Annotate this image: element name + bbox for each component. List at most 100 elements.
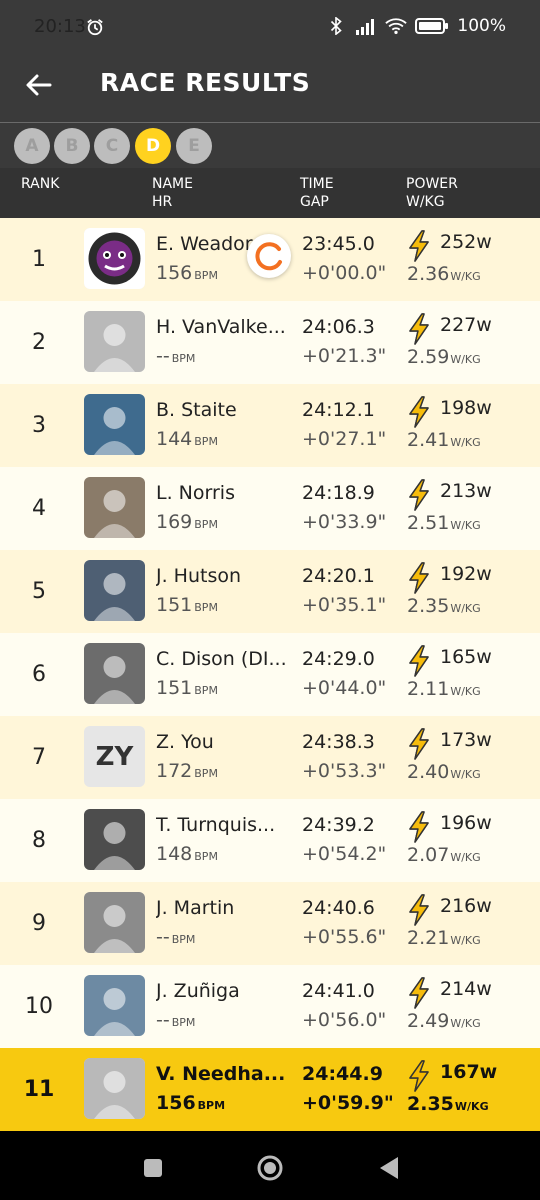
avatar[interactable] [84, 394, 145, 455]
watts-per-kg: 2.49W/KG [407, 1010, 481, 1032]
heart-rate-value: -- [156, 926, 170, 948]
watts-per-kg: 2.07W/KG [407, 844, 481, 866]
rider-name: C. Dison (DI... [156, 648, 287, 670]
avatar[interactable] [84, 311, 145, 372]
result-row[interactable]: 6 C. Dison (DI... 151 BPM 24:29.0 +0'44.0" 165… [0, 633, 540, 716]
avatar-photo-icon [84, 394, 145, 455]
heart-rate: 156 BPM [156, 262, 218, 284]
result-row[interactable]: 2 H. VanValke... -- BPM 24:06.3 +0'21.3" 227w 2… [0, 301, 540, 384]
avatar[interactable] [84, 560, 145, 621]
time-gap: +0'27.1" [302, 428, 387, 450]
bpm-unit: BPM [171, 1016, 196, 1029]
rank: 10 [25, 994, 53, 1019]
heart-rate: -- BPM [156, 345, 195, 367]
bpm-unit: BPM [194, 767, 218, 780]
watts-value: 173 [440, 729, 477, 751]
watts-unit: w [476, 812, 492, 834]
bpm-unit: BPM [171, 352, 196, 365]
result-row[interactable]: 3 B. Staite 144 BPM 24:12.1 +0'27.1" 198w 2.41W… [0, 384, 540, 467]
watts-value: 192 [440, 563, 477, 585]
wkg-unit: W/KG [450, 768, 481, 781]
rider-name: H. VanValke... [156, 316, 286, 338]
wkg-value: 2.49 [407, 1010, 450, 1032]
wkg-unit: W/KG [450, 519, 481, 532]
avatar[interactable] [84, 975, 145, 1036]
lightning-bolt-icon [406, 313, 432, 345]
finish-time: 24:20.1 [302, 565, 375, 587]
result-row[interactable]: 5 J. Hutson 151 BPM 24:20.1 +0'35.1" 192w 2.35W… [0, 550, 540, 633]
heart-rate-value: -- [156, 1009, 170, 1031]
category-a-button[interactable]: A [14, 128, 50, 164]
heart-rate: 169 BPM [156, 511, 218, 533]
gorilla-logo-icon [84, 228, 145, 289]
heart-rate-value: 144 [156, 428, 193, 450]
clock: 20:13 [34, 16, 86, 37]
battery-level: 100% [457, 16, 506, 36]
lightning-bolt-icon [406, 894, 432, 926]
wkg-unit: W/KG [450, 353, 481, 366]
column-headers: RANK NAME HR TIME GAP POWER W/KG [0, 168, 540, 218]
avatar-photo-icon [84, 809, 145, 870]
power-watts: 214w [440, 978, 492, 1000]
category-b-button[interactable]: B [54, 128, 90, 164]
back-arrow-icon[interactable] [22, 68, 56, 102]
category-d-button[interactable]: D [135, 128, 171, 164]
heart-rate: -- BPM [156, 926, 195, 948]
result-row[interactable]: 8 T. Turnquis... 148 BPM 24:39.2 +0'54.2" 196w… [0, 799, 540, 882]
heart-rate-value: 151 [156, 677, 193, 699]
result-row[interactable]: 9 J. Martin -- BPM 24:40.6 +0'55.6" 216w 2.21W/… [0, 882, 540, 965]
time-gap: +0'55.6" [302, 926, 387, 948]
recents-button[interactable] [138, 1153, 168, 1183]
lightning-bolt-icon [406, 977, 432, 1009]
heart-rate-value: 156 [156, 1092, 196, 1114]
wkg-value: 2.36 [407, 263, 450, 285]
name-header: NAME [152, 176, 193, 192]
heart-rate: 172 BPM [156, 760, 218, 782]
time-gap: +0'56.0" [302, 1009, 387, 1031]
avatar[interactable]: ZY [84, 726, 145, 787]
power-watts: 213w [440, 480, 492, 502]
avatar-photo-icon [84, 311, 145, 372]
time-gap: +0'44.0" [302, 677, 387, 699]
avatar[interactable] [84, 477, 145, 538]
avatar[interactable] [84, 892, 145, 953]
finish-time: 24:39.2 [302, 814, 375, 836]
avatar[interactable] [84, 228, 145, 289]
watts-unit: w [476, 646, 492, 668]
lightning-bolt-icon [406, 230, 432, 262]
heart-rate-value: 151 [156, 594, 193, 616]
wkg-value: 2.11 [407, 678, 450, 700]
bpm-unit: BPM [194, 684, 218, 697]
home-button[interactable] [255, 1153, 285, 1183]
bluetooth-icon [331, 17, 343, 35]
heart-rate-value: 156 [156, 262, 193, 284]
gap-header: GAP [300, 194, 329, 210]
back-button[interactable] [374, 1153, 404, 1183]
lightning-bolt-icon [406, 811, 432, 843]
avatar[interactable] [84, 809, 145, 870]
lightning-bolt-icon [406, 645, 432, 677]
category-c-button[interactable]: C [94, 128, 130, 164]
watts-value: 214 [440, 978, 477, 1000]
watts-per-kg: 2.35W/KG [407, 1093, 489, 1115]
wkg-value: 2.21 [407, 927, 450, 949]
rider-name: J. Zuñiga [156, 980, 240, 1002]
finish-time: 24:38.3 [302, 731, 375, 753]
finish-time: 24:29.0 [302, 648, 375, 670]
watts-per-kg: 2.21W/KG [407, 927, 481, 949]
result-row[interactable]: 4 L. Norris 169 BPM 24:18.9 +0'33.9" 213w 2.51W… [0, 467, 540, 550]
result-row[interactable]: 7 ZY Z. You 172 BPM 24:38.3 +0'53.3" 173w 2.40W/… [0, 716, 540, 799]
result-row[interactable]: 10 J. Zuñiga -- BPM 24:41.0 +0'56.0" 214w 2.49W… [0, 965, 540, 1048]
avatar[interactable] [84, 643, 145, 704]
watts-unit: w [476, 480, 492, 502]
heart-rate: -- BPM [156, 1009, 195, 1031]
category-e-button[interactable]: E [176, 128, 212, 164]
bpm-unit: BPM [197, 1099, 226, 1112]
wkg-value: 2.59 [407, 346, 450, 368]
power-header: POWER [406, 176, 458, 192]
avatar[interactable] [84, 1058, 145, 1119]
loading-spinner [247, 234, 291, 278]
avatar-photo-icon [84, 1058, 145, 1119]
result-row-current-user[interactable]: 11 V. Needha... 156 BPM 24:44.9 +0'59.9" 167w 2… [0, 1048, 540, 1131]
watts-per-kg: 2.59W/KG [407, 346, 481, 368]
